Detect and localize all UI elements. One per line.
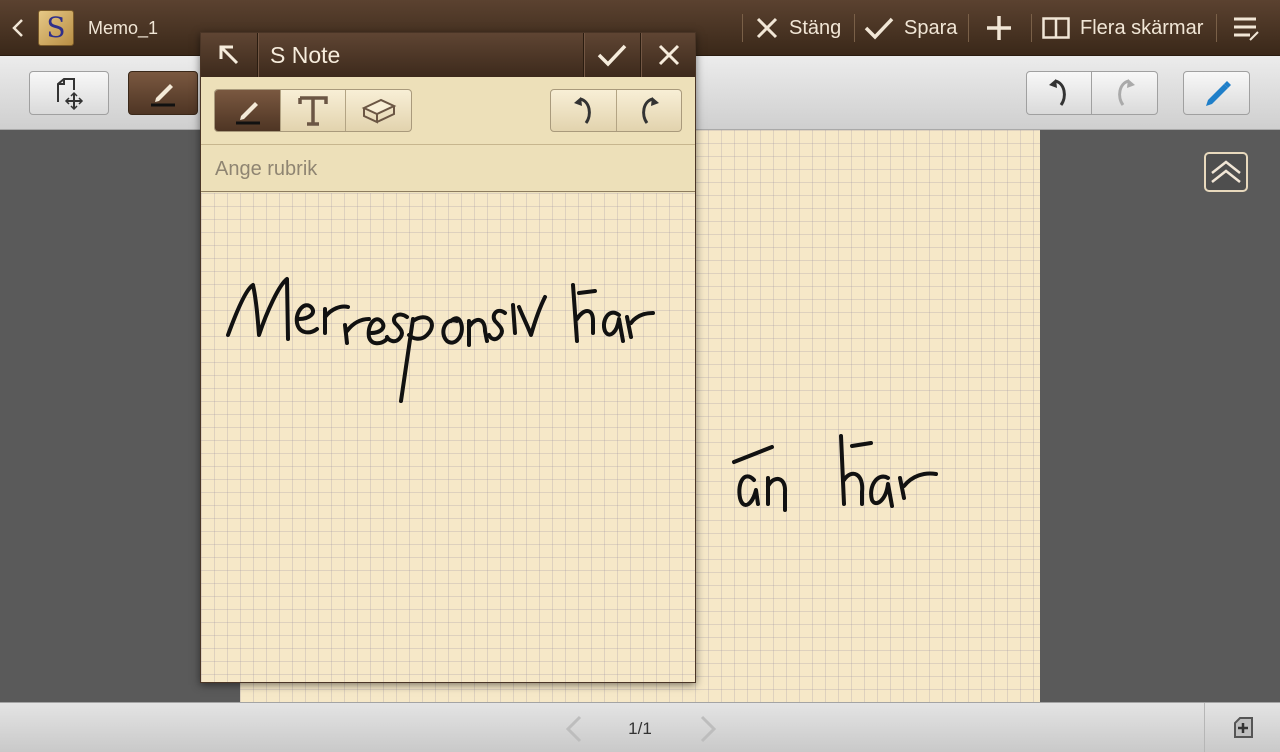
divider	[742, 14, 743, 42]
popup-pen-button[interactable]	[215, 90, 281, 131]
pen-settings-button[interactable]	[1183, 71, 1250, 115]
popup-history-group	[550, 89, 682, 132]
chevron-left-icon	[565, 715, 582, 743]
close-label: Stäng	[789, 16, 842, 39]
multiwindow-button[interactable]: Flera skärmar	[1042, 0, 1203, 56]
s-note-app-icon[interactable]: S	[38, 10, 74, 46]
multiwindow-icon	[1042, 17, 1070, 39]
divider	[854, 14, 855, 42]
popup-header: S Note	[201, 33, 695, 77]
undo-button[interactable]	[1026, 71, 1092, 115]
divider	[257, 33, 258, 77]
popup-title: S Note	[270, 42, 341, 68]
expand-icon	[219, 45, 239, 65]
menu-icon	[1234, 17, 1259, 41]
save-label: Spara	[904, 16, 958, 39]
insert-icon	[57, 78, 84, 110]
next-page-button[interactable]	[694, 714, 720, 744]
pen-icon	[1205, 81, 1231, 106]
popup-close-button[interactable]	[641, 33, 697, 77]
popup-handwriting	[226, 277, 655, 403]
add-page-icon	[1233, 717, 1253, 738]
popup-title-bar	[201, 145, 695, 192]
check-icon	[597, 44, 627, 67]
redo-icon	[1117, 79, 1135, 106]
previous-page-button[interactable]	[562, 714, 588, 744]
document-title: Memo_1	[88, 18, 159, 38]
add-button[interactable]	[985, 0, 1013, 56]
popup-mode-group	[214, 89, 412, 132]
title-field[interactable]	[215, 155, 675, 183]
popup-save-button[interactable]	[584, 33, 640, 77]
popup-eraser-button[interactable]	[346, 90, 411, 131]
close-button[interactable]: Stäng	[755, 0, 841, 56]
expand-button[interactable]	[201, 33, 257, 77]
divider	[968, 14, 969, 42]
back-icon[interactable]	[8, 14, 30, 42]
chevron-right-icon	[700, 715, 717, 743]
menu-button[interactable]	[1232, 0, 1260, 56]
popup-undo-button[interactable]	[551, 90, 617, 131]
save-button[interactable]: Spara	[864, 0, 957, 56]
divider	[1031, 14, 1032, 42]
insert-button[interactable]	[29, 71, 109, 115]
undo-icon	[1049, 79, 1066, 106]
divider	[1216, 14, 1217, 42]
eraser-icon	[361, 98, 396, 124]
redo-icon	[642, 96, 659, 124]
multiwindow-label: Flera skärmar	[1080, 16, 1204, 39]
collapse-toolbar-button[interactable]	[1204, 152, 1248, 192]
pen-icon	[235, 101, 260, 124]
popup-canvas[interactable]	[201, 193, 695, 682]
redo-button[interactable]	[1091, 71, 1158, 115]
plus-icon	[987, 16, 1011, 40]
s-note-popup: S Note	[200, 32, 696, 683]
close-icon	[756, 17, 778, 39]
close-icon	[658, 44, 680, 66]
undo-icon	[573, 96, 591, 124]
text-icon	[298, 95, 328, 126]
popup-redo-button[interactable]	[617, 90, 681, 131]
add-page-button[interactable]	[1204, 703, 1280, 752]
page-indicator: 1/1	[628, 719, 652, 738]
pen-icon	[151, 84, 175, 107]
check-icon	[864, 17, 894, 40]
page-navigation-bar: 1/1	[0, 702, 1280, 752]
popup-toolbar	[201, 77, 695, 145]
pen-mode-button[interactable]	[128, 71, 198, 115]
popup-text-button[interactable]	[281, 90, 346, 131]
chevron-up-icon	[1211, 160, 1241, 183]
